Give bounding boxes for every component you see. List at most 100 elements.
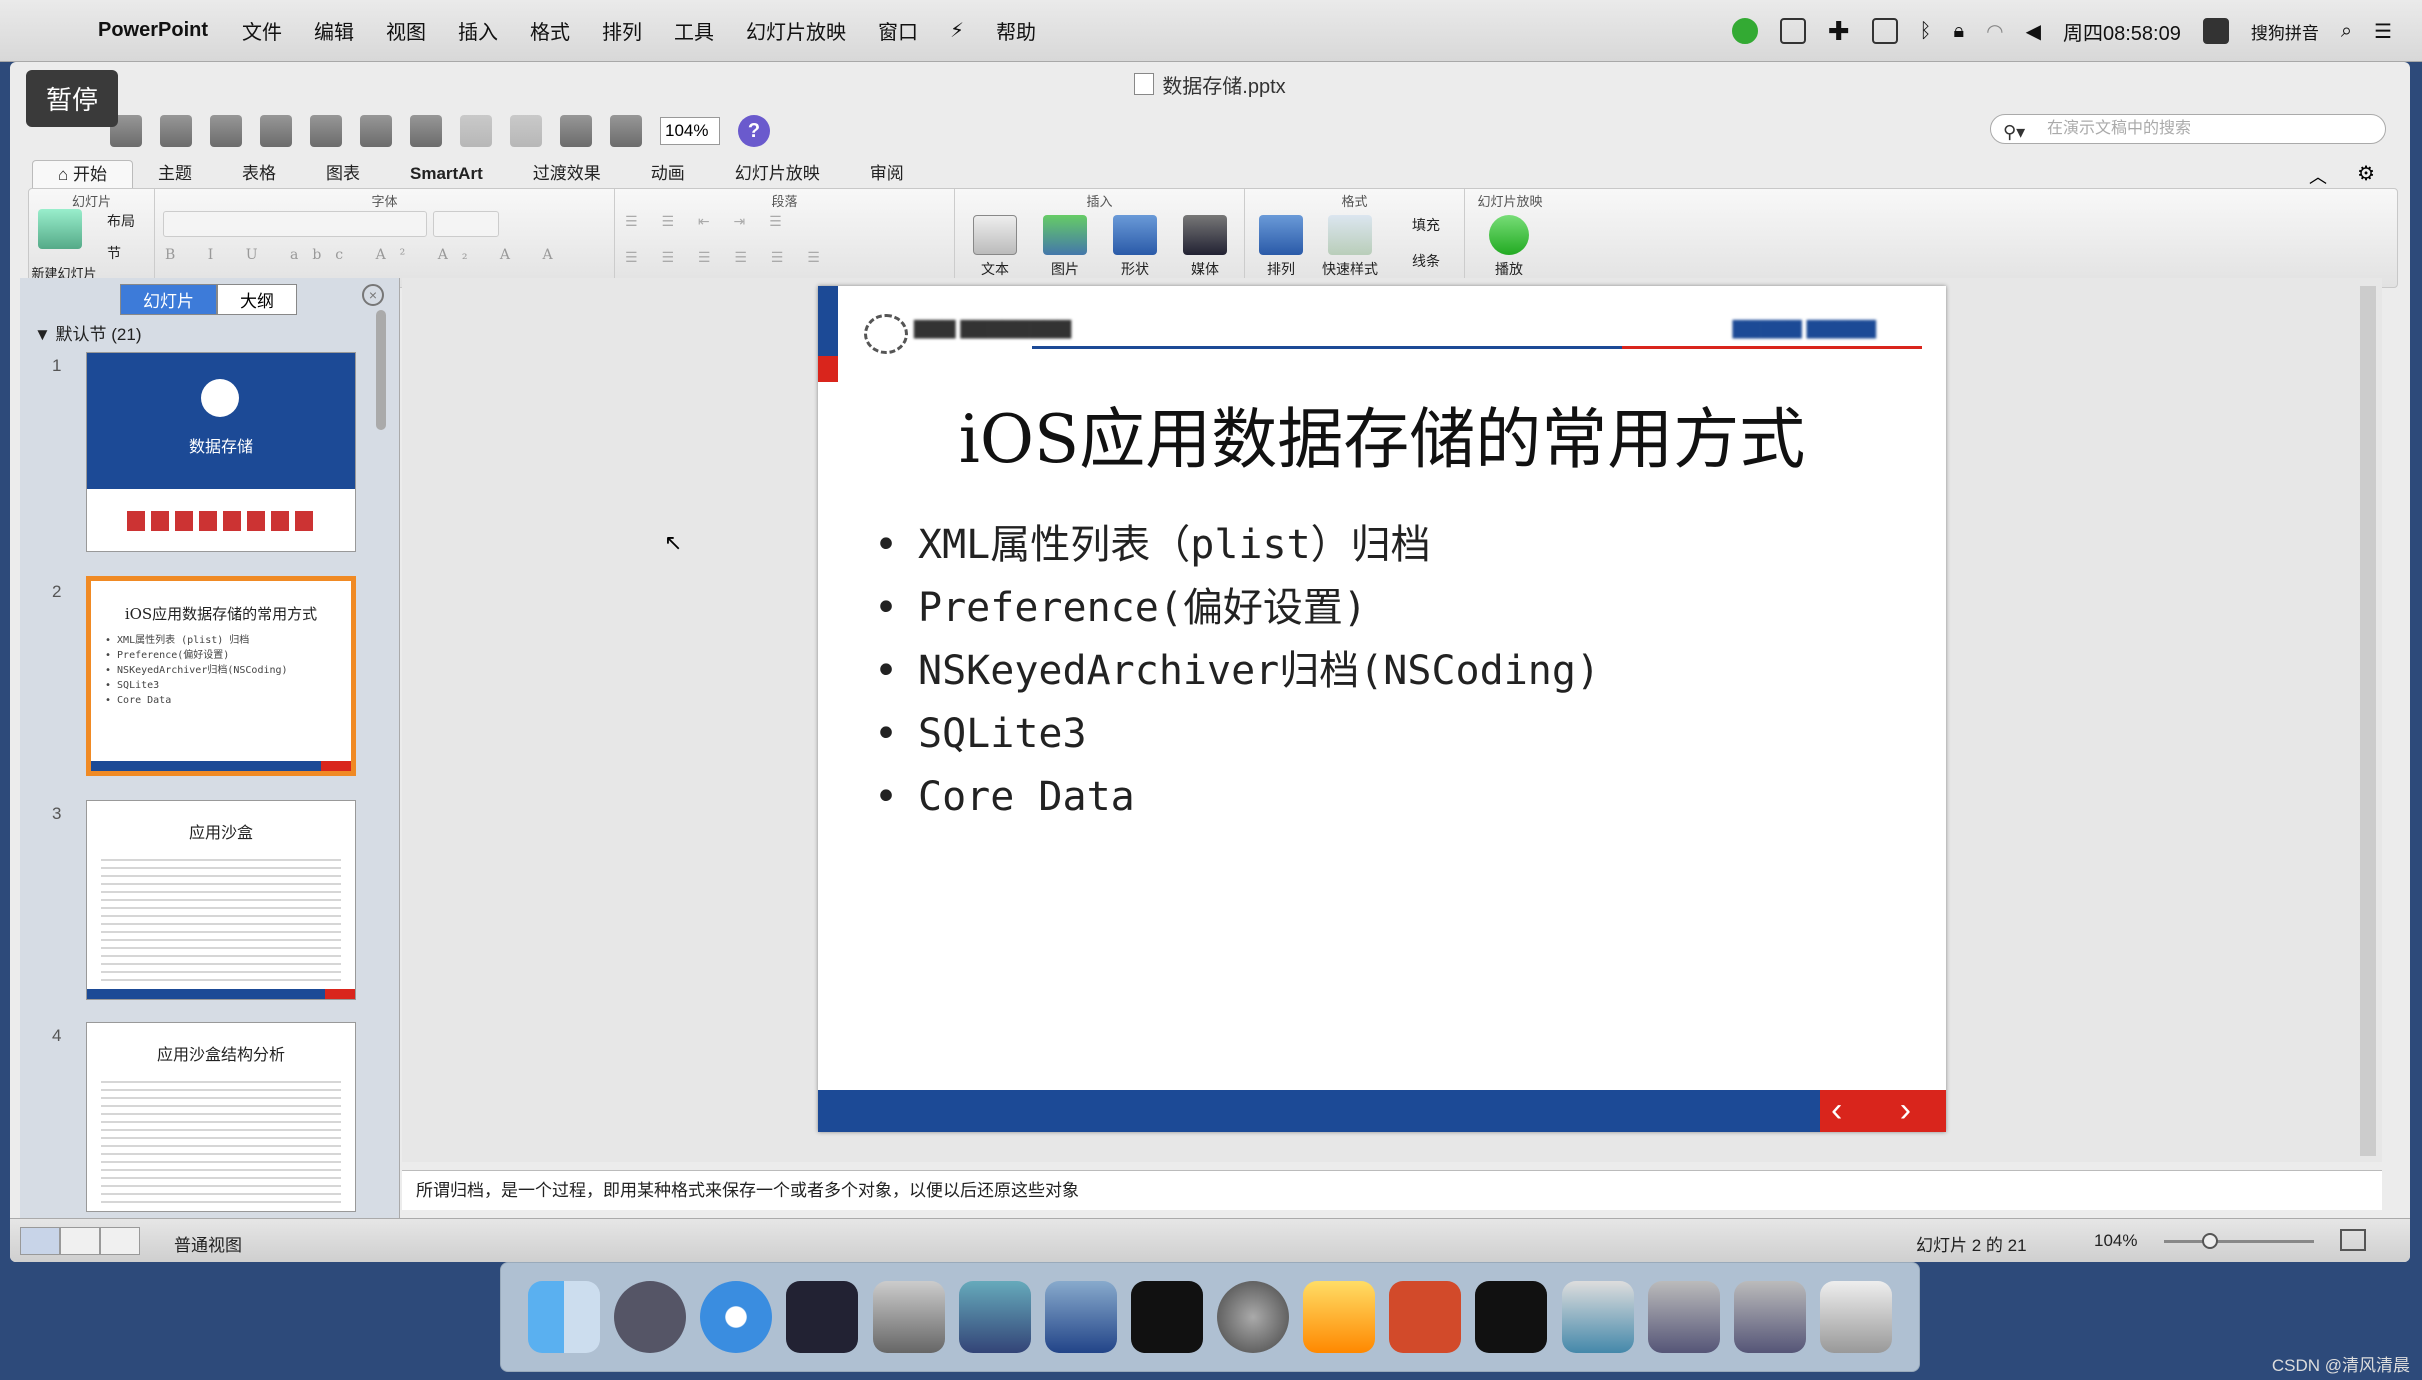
ime-icon[interactable] bbox=[2202, 18, 2229, 44]
spotlight-icon[interactable]: ⌕ bbox=[2341, 20, 2352, 43]
camera-icon[interactable] bbox=[1871, 18, 1898, 44]
zoom-slider[interactable] bbox=[2164, 1240, 2314, 1243]
save-icon[interactable] bbox=[160, 115, 192, 147]
trash-icon[interactable] bbox=[1819, 1281, 1892, 1353]
font-name-select[interactable] bbox=[163, 211, 427, 237]
mouse-app-icon[interactable] bbox=[786, 1281, 859, 1353]
format-painter-icon[interactable] bbox=[410, 115, 442, 147]
zoom-slider-thumb[interactable] bbox=[2202, 1233, 2218, 1249]
help-icon[interactable]: ? bbox=[738, 115, 770, 147]
remote-desktop-icon[interactable] bbox=[1647, 1281, 1720, 1353]
menu-file[interactable]: 文件 bbox=[242, 16, 282, 45]
tab-home[interactable]: ⌂ 开始 bbox=[32, 160, 133, 188]
wifi-icon[interactable]: ◠ bbox=[1986, 19, 2003, 44]
menu-insert[interactable]: 插入 bbox=[458, 16, 498, 45]
tab-slides[interactable]: 幻灯片 bbox=[120, 284, 217, 315]
tab-outline[interactable]: 大纲 bbox=[217, 284, 297, 315]
finder-icon[interactable] bbox=[528, 1281, 601, 1353]
font-size-select[interactable] bbox=[433, 211, 499, 237]
copy-icon[interactable] bbox=[310, 115, 342, 147]
font-format-buttons[interactable]: B I U abc A² A₂ A A bbox=[165, 247, 605, 263]
paste-icon[interactable] bbox=[360, 115, 392, 147]
quicktime-icon[interactable] bbox=[1561, 1281, 1634, 1353]
pause-overlay[interactable]: 暂停 bbox=[26, 70, 119, 127]
menu-arrange[interactable]: 排列 bbox=[602, 16, 642, 45]
align-buttons[interactable]: ☰ ☰ ☰ ☰ ☰ ☰ bbox=[625, 249, 830, 266]
slide-thumb-3[interactable]: 应用沙盒 bbox=[86, 800, 356, 1000]
redo-icon[interactable] bbox=[510, 115, 542, 147]
ribbon-collapse-icon[interactable]: ︿ bbox=[2309, 163, 2327, 189]
normal-view-button[interactable] bbox=[20, 1227, 60, 1255]
tab-animations[interactable]: 动画 bbox=[626, 160, 710, 188]
undo-icon[interactable] bbox=[460, 115, 492, 147]
slide-title[interactable]: iOS应用数据存储的常用方式 bbox=[818, 386, 1946, 482]
section-header[interactable]: ▼ 默认节 (21) bbox=[34, 320, 142, 345]
tab-smartart[interactable]: SmartArt bbox=[385, 160, 508, 188]
sketch-icon[interactable] bbox=[1303, 1281, 1376, 1353]
tab-charts[interactable]: 图表 bbox=[301, 160, 385, 188]
menu-tools[interactable]: 工具 bbox=[674, 16, 714, 45]
insert-picture-button[interactable]: 图片 bbox=[1035, 215, 1095, 279]
current-slide[interactable]: ▇▇▇ ▇▇▇▇▇▇▇▇ ▇▇▇▇▇ ▇▇▇▇▇ iOS应用数据存储的常用方式 … bbox=[818, 286, 1946, 1132]
slide-bullets[interactable]: XML属性列表（plist）归档 Preference(偏好设置) NSKeye… bbox=[874, 514, 1600, 829]
tab-tables[interactable]: 表格 bbox=[217, 160, 301, 188]
line-button[interactable]: 线条 bbox=[1393, 251, 1459, 271]
tab-slideshow[interactable]: 幻灯片放映 bbox=[710, 160, 845, 188]
menu-slideshow[interactable]: 幻灯片放映 bbox=[746, 16, 846, 45]
bluetooth-icon[interactable]: ᛒ bbox=[1920, 20, 1932, 43]
list-buttons[interactable]: ☰ ☰ ⇤ ⇥ ☰ bbox=[625, 213, 792, 230]
system-preferences-icon[interactable] bbox=[1217, 1281, 1290, 1353]
play-button[interactable]: 播放 bbox=[1479, 215, 1539, 279]
print-icon[interactable] bbox=[210, 115, 242, 147]
safari-icon[interactable] bbox=[700, 1281, 773, 1353]
slide-thumb-1[interactable]: 数据存储 bbox=[86, 352, 356, 552]
plus-icon[interactable]: ✚ bbox=[1828, 16, 1850, 47]
notes-pane[interactable]: 所谓归档，是一个过程，即用某种格式来保存一个或者多个对象，以便以后还原这些对象 bbox=[402, 1170, 2382, 1210]
fit-window-icon[interactable] bbox=[2340, 1229, 2366, 1251]
instruments-icon[interactable] bbox=[1044, 1281, 1117, 1353]
menu-view[interactable]: 视图 bbox=[386, 16, 426, 45]
ime-label[interactable]: 搜狗拼音 bbox=[2251, 19, 2319, 44]
volume-icon[interactable]: ◀ bbox=[2026, 19, 2041, 44]
pane-scrollbar[interactable] bbox=[376, 310, 386, 430]
tab-transitions[interactable]: 过渡效果 bbox=[508, 160, 626, 188]
apple-icon[interactable] bbox=[40, 16, 70, 46]
layout-button[interactable]: 布局 bbox=[107, 211, 135, 231]
imovie-icon[interactable] bbox=[872, 1281, 945, 1353]
status-icon[interactable] bbox=[1731, 18, 1758, 44]
powerpoint-dock-icon[interactable] bbox=[1389, 1281, 1462, 1353]
menu-window[interactable]: 窗口 bbox=[878, 16, 918, 45]
insert-media-button[interactable]: 媒体 bbox=[1175, 215, 1235, 279]
gear-icon[interactable]: ⚙ bbox=[2357, 161, 2375, 186]
arrange-button[interactable]: 排列 bbox=[1251, 215, 1311, 279]
notification-icon[interactable]: ☰ bbox=[2374, 19, 2392, 44]
presenter-view-button[interactable] bbox=[100, 1227, 140, 1255]
tab-review[interactable]: 审阅 bbox=[845, 160, 929, 188]
sorter-view-button[interactable] bbox=[60, 1227, 100, 1255]
terminal-icon[interactable] bbox=[1130, 1281, 1203, 1353]
gallery-icon[interactable] bbox=[560, 115, 592, 147]
app-name-menu[interactable]: PowerPoint bbox=[98, 19, 208, 42]
fill-button[interactable]: 填充 bbox=[1393, 215, 1459, 235]
menu-format[interactable]: 格式 bbox=[530, 16, 570, 45]
quick-styles-button[interactable]: 快速样式 bbox=[1315, 215, 1385, 279]
screen-share-icon[interactable] bbox=[1733, 1281, 1806, 1353]
section-button[interactable]: 节 bbox=[107, 243, 121, 263]
zoom-select[interactable]: 104% bbox=[660, 117, 720, 145]
cut-icon[interactable] bbox=[260, 115, 292, 147]
slide-thumb-4[interactable]: 应用沙盒结构分析 bbox=[86, 1022, 356, 1212]
menu-help[interactable]: 帮助 bbox=[996, 16, 1036, 45]
clock[interactable]: 周四08:58:09 bbox=[2063, 17, 2181, 46]
menu-edit[interactable]: 编辑 bbox=[314, 16, 354, 45]
insert-shape-button[interactable]: 形状 bbox=[1105, 215, 1165, 279]
tab-themes[interactable]: 主题 bbox=[133, 160, 217, 188]
editor-scrollbar[interactable] bbox=[2360, 286, 2376, 1156]
search-input[interactable]: ⚲▾ 在演示文稿中的搜索 bbox=[1990, 114, 2386, 144]
launchpad-icon[interactable] bbox=[614, 1281, 687, 1353]
slideshow-icon[interactable] bbox=[610, 115, 642, 147]
exec-terminal-icon[interactable] bbox=[1475, 1281, 1548, 1353]
lock-icon[interactable]: 🔒︎ bbox=[1954, 20, 1965, 43]
close-icon[interactable]: × bbox=[362, 284, 384, 306]
xcode-icon[interactable] bbox=[958, 1281, 1031, 1353]
script-icon[interactable]: ⚡ bbox=[950, 18, 964, 43]
